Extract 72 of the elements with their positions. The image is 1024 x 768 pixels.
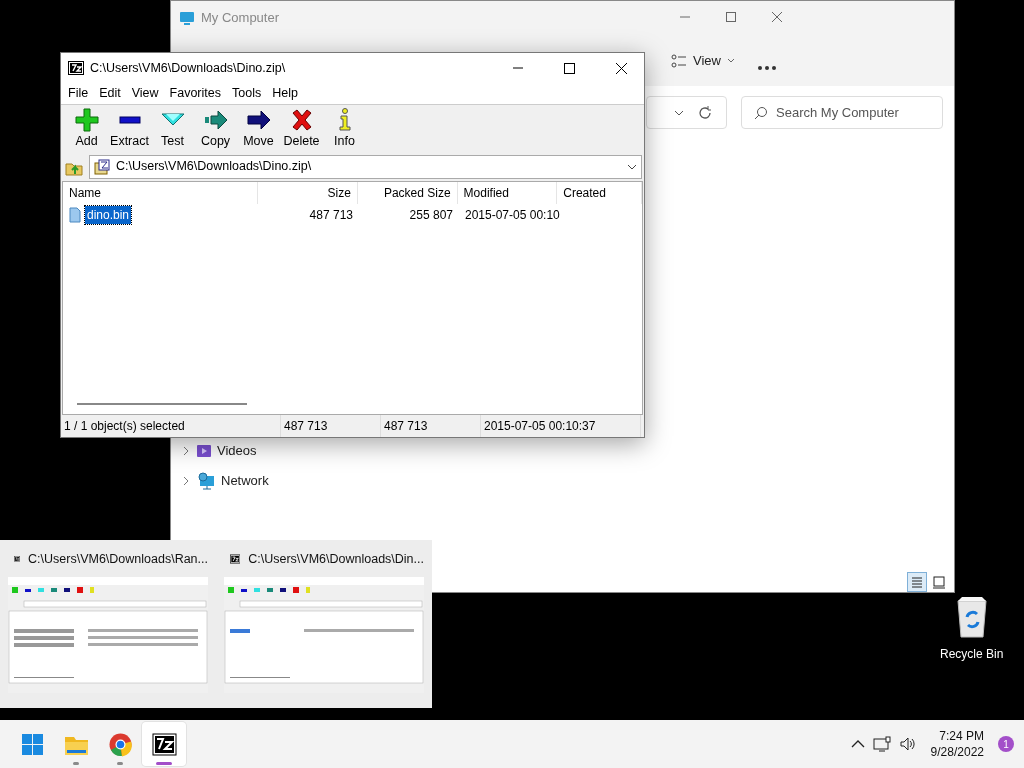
- network-icon: [197, 471, 215, 490]
- toolbar-button[interactable]: Move: [237, 108, 280, 151]
- toolbar-button[interactable]: Extract: [108, 108, 151, 151]
- search-icon: [754, 105, 768, 120]
- search-field[interactable]: Search My Computer: [776, 102, 936, 123]
- chevron-icon[interactable]: [674, 109, 684, 116]
- column-header[interactable]: Size: [258, 181, 358, 204]
- table-cell-text: 255 807: [408, 206, 454, 224]
- toolbar-button[interactable]: Copy: [194, 108, 237, 151]
- recycle-bin-icon[interactable]: [954, 595, 989, 639]
- app-icon: [68, 61, 84, 75]
- notification-badge[interactable]: 1: [998, 736, 1014, 752]
- window-title: My Computer: [201, 9, 280, 27]
- address-field[interactable]: [646, 96, 727, 129]
- table-cell-text: 2015-07-05 00:10: [464, 206, 559, 224]
- toolbar-button[interactable]: Test: [151, 108, 194, 151]
- address-field[interactable]: C:\Users\VM6\Downloads\Dino.zip\: [89, 154, 642, 179]
- menu-item[interactable]: Edit: [94, 84, 127, 103]
- chevron-icon[interactable]: [850, 739, 865, 749]
- window-title: C:\Users\VM6\Downloads\Dino.zip\: [90, 59, 287, 77]
- file-list[interactable]: Name Size Packed Size Modified Created dino.bin 487 713 255 807 2015-07-05 00:10: [62, 180, 643, 415]
- start-icon: [19, 731, 45, 757]
- column-header[interactable]: Packed Size: [357, 181, 458, 204]
- status-text: 1 / 1 object(s) selected: [61, 415, 281, 437]
- status-text: 487 713: [381, 415, 481, 437]
- status-text: 487 713: [281, 415, 381, 437]
- archive-app-icon: [151, 731, 177, 757]
- menu-item[interactable]: File: [63, 84, 95, 103]
- taskbar-button[interactable]: [142, 722, 186, 766]
- view-toggle[interactable]: [907, 572, 927, 592]
- menu-item[interactable]: Tools: [227, 84, 268, 103]
- table-cell-text: 487 713: [308, 206, 354, 224]
- archive-icon: [94, 158, 110, 175]
- list-icon: [671, 53, 687, 68]
- file-name[interactable]: dino.bin: [85, 205, 132, 224]
- close-icon[interactable]: [614, 61, 628, 75]
- chevron-icon[interactable]: [627, 163, 637, 170]
- preview-title[interactable]: C:\Users\VM6\Downloads\Ran...: [28, 550, 208, 569]
- preview-title[interactable]: C:\Users\VM6\Downloads\Din...: [248, 550, 424, 569]
- toolbar-button[interactable]: Info: [323, 108, 366, 151]
- caret-icon: [726, 57, 735, 64]
- clock[interactable]: 7:24 PM 9/28/2022: [924, 728, 990, 760]
- status-text: 2015-07-05 00:10:37: [481, 415, 641, 437]
- scrollbar-thumb[interactable]: [77, 402, 247, 405]
- nav-item[interactable]: Network: [221, 471, 269, 491]
- file-icon: [69, 206, 81, 223]
- nav-item[interactable]: Videos: [217, 441, 257, 461]
- search-box[interactable]: Search My Computer: [741, 96, 943, 129]
- network-icon[interactable]: [872, 736, 891, 752]
- more-icon[interactable]: [757, 64, 777, 71]
- menu-item[interactable]: Favorites: [164, 84, 227, 103]
- menu-item[interactable]: Help: [267, 84, 304, 103]
- monitor-icon: [179, 9, 195, 26]
- videos-icon: [197, 444, 211, 457]
- column-header[interactable]: Modified: [457, 181, 558, 204]
- browser-icon: [107, 731, 133, 757]
- column-header[interactable]: Created: [557, 181, 642, 204]
- view-button[interactable]: View: [665, 49, 741, 73]
- plus-icon: [74, 108, 99, 132]
- app-icon: [230, 552, 241, 567]
- maximize-icon[interactable]: [562, 61, 576, 75]
- details-icon: [909, 574, 925, 590]
- column-header[interactable]: Name: [63, 181, 259, 204]
- toolbar-button[interactable]: Add: [65, 108, 108, 151]
- volume-icon[interactable]: [898, 736, 917, 752]
- tiles-icon: [931, 574, 947, 590]
- arrow-icon: [203, 108, 228, 132]
- toolbar-button[interactable]: Delete: [280, 108, 323, 151]
- arrow-icon: [246, 108, 271, 132]
- icon-label: Recycle Bin: [940, 646, 1004, 663]
- menu-item[interactable]: View: [126, 84, 165, 103]
- refresh-icon[interactable]: [698, 105, 712, 120]
